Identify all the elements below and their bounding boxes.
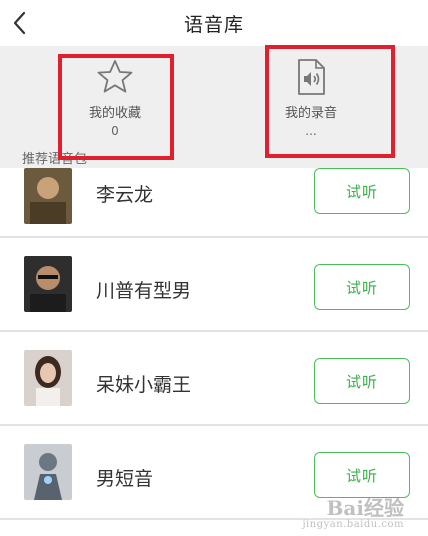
recordings-count: ... bbox=[305, 124, 317, 138]
recordings-label: 我的录音 bbox=[284, 106, 337, 121]
app-header: 语音库 bbox=[0, 0, 428, 46]
favorites-label: 我的收藏 bbox=[88, 106, 141, 121]
my-recordings-entry[interactable]: 我的录音 ... bbox=[226, 46, 396, 164]
pack-name: 川普有型男 bbox=[96, 280, 192, 302]
pack-name: 男短音 bbox=[96, 468, 154, 490]
audio-file-icon bbox=[298, 59, 325, 95]
list-item: 川普有型男 试听 bbox=[0, 238, 428, 332]
avatar bbox=[24, 256, 72, 312]
voice-pack-list: 李云龙 试听 川普有型男 试听 呆妹小霸王 试听 男短音 试听 bbox=[0, 164, 428, 520]
avatar bbox=[24, 350, 72, 406]
avatar bbox=[24, 444, 72, 500]
list-item: 李云龙 试听 bbox=[0, 164, 428, 238]
my-favorites-entry[interactable]: 我的收藏 0 bbox=[30, 46, 200, 164]
watermark-url: jingyan.baidu.com bbox=[302, 519, 404, 530]
preview-button[interactable]: 试听 bbox=[314, 264, 410, 310]
pack-name: 呆妹小霸王 bbox=[96, 374, 192, 396]
star-icon bbox=[97, 60, 133, 93]
preview-button[interactable]: 试听 bbox=[314, 358, 410, 404]
list-item: 呆妹小霸王 试听 bbox=[0, 332, 428, 426]
avatar bbox=[24, 168, 72, 224]
preview-button[interactable]: 试听 bbox=[314, 168, 410, 214]
watermark: Bai经验 jingyan.baidu.com bbox=[302, 492, 404, 530]
pack-name: 李云龙 bbox=[96, 184, 154, 206]
watermark-logo: Bai经验 bbox=[326, 496, 404, 520]
page-title: 语音库 bbox=[183, 14, 244, 36]
favorites-count: 0 bbox=[111, 124, 119, 138]
